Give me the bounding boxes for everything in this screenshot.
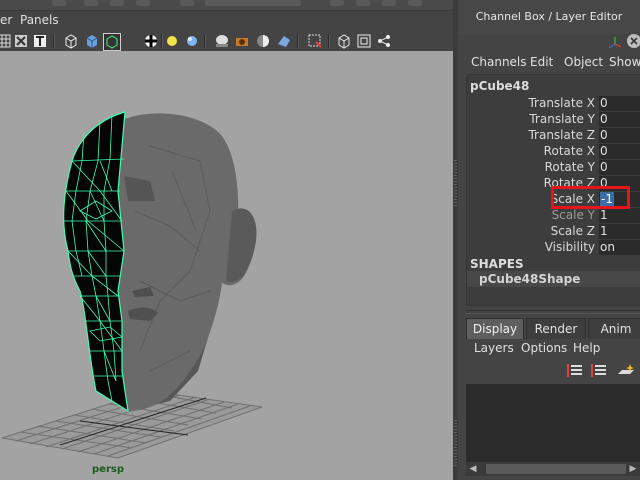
menu-object[interactable]: Object — [564, 55, 603, 69]
attr-label-scale-y[interactable]: Scale Y — [552, 208, 595, 222]
lit-sphere-icon[interactable] — [214, 33, 230, 49]
menu-layers[interactable]: Layers — [474, 341, 514, 355]
highlight-annotation-box — [551, 186, 630, 209]
layer-editor-icons — [558, 362, 640, 382]
panel-separator[interactable] — [466, 310, 640, 314]
attr-label-visibility[interactable]: Visibility — [545, 240, 595, 254]
camera-icon[interactable] — [234, 33, 250, 49]
menu-edit[interactable]: Edit — [530, 55, 553, 69]
checker-icon[interactable] — [143, 33, 159, 49]
attr-label-translate-x[interactable]: Translate X — [528, 96, 595, 110]
tab-render[interactable]: Render — [526, 318, 586, 339]
isolate-icon[interactable] — [13, 33, 29, 49]
ambient-occlusion-icon[interactable] — [276, 33, 292, 49]
scroll-left-icon[interactable]: ◀ — [468, 463, 478, 475]
menu-help[interactable]: Help — [573, 341, 600, 355]
menu-panels[interactable]: Panels — [20, 13, 59, 27]
attr-value-scale-z[interactable]: 1 — [599, 224, 640, 239]
tab-display[interactable]: Display — [466, 318, 524, 339]
scroll-right-icon[interactable]: ▶ — [628, 463, 638, 475]
attr-label-scale-z[interactable]: Scale Z — [551, 224, 595, 238]
attr-value-translate-x[interactable]: 0 — [599, 96, 640, 111]
shelf-icon[interactable] — [408, 0, 422, 6]
xray-selected-icon[interactable] — [103, 33, 121, 51]
panel-title: Channel Box / Layer Editor — [475, 10, 623, 23]
horizontal-scrollbar[interactable]: ◀ ▶ — [466, 462, 640, 476]
smooth-shaded-cube-icon[interactable] — [84, 33, 100, 49]
half-sphere-icon[interactable] — [255, 33, 271, 49]
attr-label-translate-y[interactable]: Translate Y — [529, 112, 595, 126]
light-sphere-icon[interactable] — [164, 33, 180, 49]
shape-row[interactable]: pCube48Shape — [467, 271, 640, 287]
menu-channels[interactable]: Channels — [471, 55, 527, 69]
attr-value-rotate-y[interactable]: 0 — [599, 160, 640, 175]
shelf-icon[interactable] — [84, 0, 98, 6]
new-layer-star-icon[interactable] — [616, 362, 636, 380]
shelf-field[interactable] — [205, 0, 301, 6]
scrollbar-thumb[interactable] — [486, 464, 626, 474]
channel-box-panel: Channel Box / Layer Editor Channels Edit… — [458, 0, 640, 480]
text-icon[interactable] — [32, 33, 48, 49]
attr-value-rotate-x[interactable]: 0 — [599, 144, 640, 159]
axis-gizmo-icon — [608, 36, 622, 50]
perspective-viewport[interactable]: persp — [0, 51, 453, 480]
attr-value-translate-y[interactable]: 0 — [599, 112, 640, 127]
tab-anim[interactable]: Anim — [588, 318, 640, 339]
shelf-icon[interactable] — [356, 0, 370, 6]
attr-value-scale-y[interactable]: 1 — [599, 208, 640, 223]
channel-box-menubar: Channels Edit Object Show — [458, 52, 640, 72]
object-name[interactable]: pCube48 — [470, 79, 529, 93]
node-graph-icon[interactable] — [376, 33, 392, 49]
shelf-icon[interactable] — [330, 0, 344, 6]
close-icon[interactable] — [626, 33, 640, 49]
camera-label: persp — [92, 464, 124, 475]
shelf-icon[interactable] — [110, 0, 124, 6]
new-layer-icon[interactable] — [590, 362, 608, 380]
attr-label-rotate-x[interactable]: Rotate X — [544, 144, 595, 158]
head-wireframe-half — [63, 111, 129, 413]
layer-list[interactable] — [466, 384, 640, 462]
viewport-menubar: er Panels — [0, 11, 458, 31]
menu-view[interactable]: er — [0, 13, 12, 27]
top-shelf-strip — [0, 0, 458, 11]
head-model[interactable] — [0, 51, 453, 480]
attr-value-visibility[interactable]: on — [599, 240, 640, 255]
shape-name[interactable]: pCube48Shape — [479, 272, 580, 286]
toolbar-separator — [161, 34, 163, 48]
shelf-icon[interactable] — [136, 0, 150, 6]
toolbar-separator — [53, 34, 55, 48]
attr-label-translate-z[interactable]: Translate Z — [528, 128, 595, 142]
new-layer-selected-icon[interactable] — [566, 362, 584, 380]
toolbar-separator — [328, 34, 330, 48]
shelf-icon[interactable] — [180, 0, 194, 6]
toolbar-separator — [204, 34, 206, 48]
resolution-gate-icon[interactable] — [356, 33, 372, 49]
shapes-header: SHAPES — [470, 257, 524, 271]
menu-options[interactable]: Options — [521, 341, 567, 355]
shelf-icon[interactable] — [52, 0, 66, 6]
default-light-icon[interactable] — [184, 33, 200, 49]
attr-value-translate-z[interactable]: 0 — [599, 128, 640, 143]
attr-label-rotate-y[interactable]: Rotate Y — [545, 160, 595, 174]
shelf-icon[interactable] — [382, 0, 396, 6]
layer-editor-tabs: Display Render Anim — [466, 318, 640, 340]
wireframe-cube-icon[interactable] — [63, 33, 79, 49]
layer-editor-menubar: Layers Options Help — [458, 340, 640, 360]
cube-frame-icon[interactable] — [336, 33, 352, 49]
toolbar-separator — [297, 34, 299, 48]
menu-show[interactable]: Show — [609, 55, 640, 69]
viewport-toolbar — [0, 31, 458, 51]
grid-toggle-icon[interactable] — [0, 33, 12, 49]
select-region-icon[interactable] — [307, 33, 323, 49]
